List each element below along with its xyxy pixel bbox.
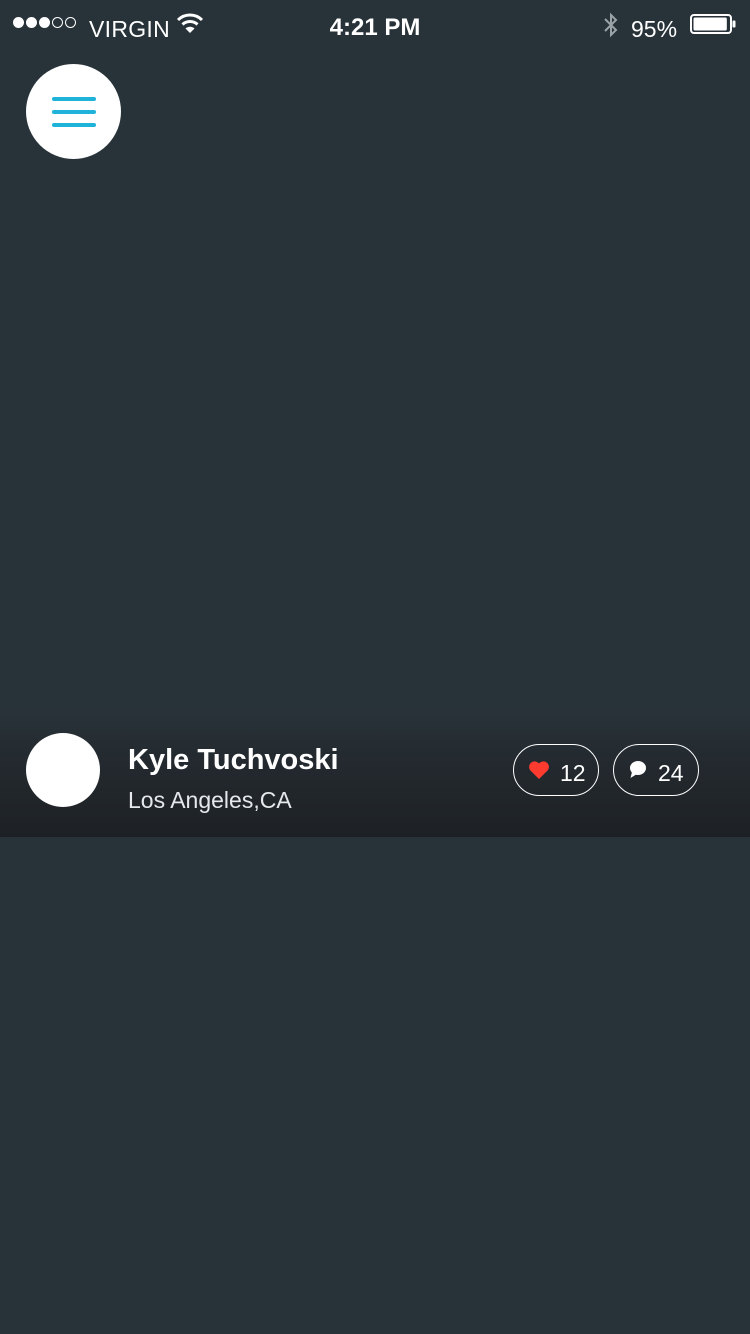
profile-info-bar: Kyle Tuchvoski Los Angeles,CA 12 24 xyxy=(0,708,750,837)
menu-button[interactable] xyxy=(26,64,121,159)
comments-count: 24 xyxy=(658,759,684,786)
hamburger-menu-icon xyxy=(51,96,96,101)
battery-icon xyxy=(690,14,736,34)
battery-percentage: 95% xyxy=(631,16,678,42)
avatar[interactable] xyxy=(26,733,100,807)
likes-count: 12 xyxy=(560,759,586,786)
likes-button[interactable]: 12 xyxy=(513,744,599,796)
comment-bubble-icon xyxy=(630,761,646,778)
heart-icon xyxy=(529,761,549,779)
status-bar: VIRGIN 4:21 PM 95% xyxy=(0,0,750,54)
user-location: Los Angeles,CA xyxy=(128,787,292,813)
screen: VIRGIN 4:21 PM 95% Kyle Tuchvoski Los An… xyxy=(0,0,750,1334)
user-name[interactable]: Kyle Tuchvoski xyxy=(128,744,339,777)
comments-button[interactable]: 24 xyxy=(613,744,699,796)
bluetooth-icon xyxy=(604,12,618,38)
